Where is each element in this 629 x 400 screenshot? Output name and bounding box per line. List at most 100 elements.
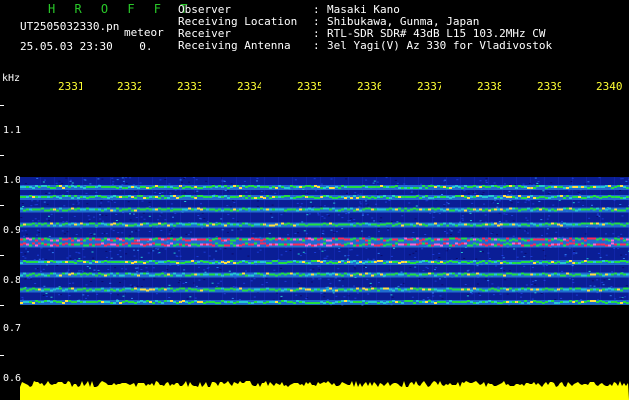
- noise-speckle: [133, 286, 136, 288]
- noise-speckle: [183, 177, 185, 179]
- noise-speckle: [216, 267, 219, 268]
- band-sample: [161, 243, 164, 246]
- noise-speckle: [133, 255, 136, 257]
- band-sample: [425, 238, 428, 241]
- band-sample: [149, 224, 152, 227]
- band-sample: [155, 262, 158, 264]
- band-sample: [170, 242, 173, 245]
- band-sample: [134, 197, 137, 199]
- noise-speckle: [37, 254, 39, 256]
- band-sample: [344, 289, 347, 292]
- noise-speckle: [550, 182, 553, 184]
- band-sample: [83, 244, 86, 247]
- band-sample: [326, 239, 329, 242]
- band-sample: [329, 261, 332, 263]
- band-sample: [242, 222, 245, 225]
- band-sample: [581, 288, 584, 291]
- band-sample: [104, 274, 107, 277]
- noise-speckle: [44, 179, 46, 181]
- band-sample: [197, 289, 200, 292]
- noise-speckle: [322, 233, 325, 235]
- freq-tick-label: 0.8: [3, 275, 22, 286]
- band-sample: [335, 186, 338, 188]
- band-sample: [230, 301, 233, 303]
- noise-speckle: [313, 178, 316, 180]
- band-sample: [89, 262, 92, 264]
- band-sample: [524, 244, 527, 247]
- band-sample: [413, 302, 416, 304]
- band-sample: [185, 186, 188, 188]
- band-sample: [281, 262, 284, 264]
- band-sample: [425, 260, 428, 262]
- band-sample: [119, 209, 122, 212]
- band-sample: [470, 273, 473, 276]
- band-sample: [440, 261, 443, 263]
- band-sample: [173, 244, 176, 247]
- band-sample: [353, 209, 356, 212]
- band-sample: [443, 301, 446, 303]
- band-sample: [560, 208, 563, 211]
- band-sample: [101, 287, 104, 290]
- band-sample: [587, 208, 590, 211]
- band-sample: [296, 223, 299, 226]
- noise-speckle: [280, 267, 283, 269]
- band-sample: [317, 302, 320, 304]
- band-sample: [272, 301, 275, 303]
- noise-speckle: [619, 190, 622, 191]
- band-sample: [620, 243, 623, 246]
- band-sample: [203, 207, 206, 210]
- band-sample: [398, 262, 401, 264]
- band-sample: [341, 274, 344, 277]
- band-sample: [284, 262, 287, 264]
- band-sample: [155, 243, 158, 246]
- noise-speckle: [232, 286, 235, 288]
- band-sample: [50, 301, 53, 303]
- band-sample: [128, 207, 131, 210]
- band-sample: [266, 262, 269, 264]
- band-sample: [89, 196, 92, 198]
- band-sample: [326, 207, 329, 210]
- noise-speckle: [573, 250, 576, 252]
- band-sample: [134, 273, 137, 276]
- band-sample: [176, 197, 179, 199]
- band-sample: [23, 238, 26, 241]
- noise-speckle: [526, 232, 529, 234]
- band-sample: [203, 243, 206, 246]
- noise-speckle: [554, 299, 557, 300]
- noise-speckle: [129, 219, 132, 221]
- noise-speckle: [441, 298, 444, 300]
- band-sample: [293, 238, 296, 241]
- band-sample: [242, 238, 245, 241]
- band-sample: [392, 186, 395, 188]
- band-sample: [524, 223, 527, 226]
- band-sample: [413, 238, 416, 241]
- band-sample: [284, 209, 287, 212]
- band-sample: [41, 196, 44, 198]
- band-sample: [230, 196, 233, 198]
- band-sample: [101, 209, 104, 212]
- band-sample: [329, 302, 332, 304]
- noise-speckle: [134, 267, 137, 269]
- band-sample: [254, 261, 257, 263]
- band-sample: [593, 195, 596, 197]
- band-sample: [173, 195, 176, 197]
- band-sample: [470, 208, 473, 211]
- band-sample: [311, 196, 314, 198]
- band-sample: [239, 238, 242, 241]
- band-sample: [341, 288, 344, 291]
- noise-speckle: [117, 232, 120, 234]
- band-sample: [44, 261, 47, 263]
- band-sample: [368, 272, 371, 275]
- band-sample: [281, 196, 284, 198]
- band-sample: [326, 195, 329, 197]
- band-sample: [20, 274, 23, 277]
- band-sample: [476, 243, 479, 246]
- band-sample: [503, 223, 506, 226]
- band-sample: [224, 239, 227, 242]
- band-sample: [119, 222, 122, 225]
- noise-speckle: [345, 213, 348, 215]
- noise-speckle: [467, 193, 470, 195]
- band-sample: [596, 207, 599, 210]
- band-sample: [224, 288, 227, 291]
- band-sample: [470, 301, 473, 303]
